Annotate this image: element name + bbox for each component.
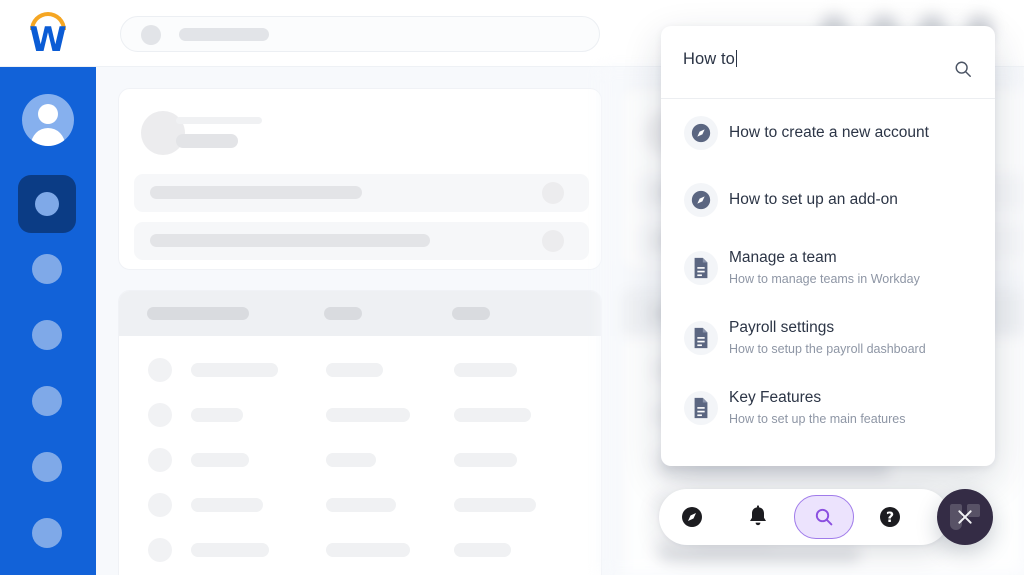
result-texts: Key Features How to set up the main feat… bbox=[729, 388, 905, 428]
text-cursor bbox=[735, 50, 737, 67]
cell-value bbox=[454, 408, 531, 422]
cell-value bbox=[191, 363, 278, 377]
app-root: W How to How to create a new account How… bbox=[0, 0, 1024, 575]
cell-value bbox=[326, 408, 410, 422]
cell-value bbox=[326, 453, 376, 467]
avatar[interactable] bbox=[22, 94, 74, 146]
sidebar-item-2[interactable] bbox=[32, 320, 62, 350]
sidebar-item-selected[interactable] bbox=[18, 175, 76, 233]
result-subtitle: How to manage teams in Workday bbox=[729, 272, 920, 286]
result-title: Key Features bbox=[729, 389, 822, 406]
column-header bbox=[324, 307, 362, 320]
row-avatar bbox=[148, 538, 172, 562]
search-field[interactable]: How to bbox=[661, 26, 995, 99]
cell-value bbox=[191, 498, 263, 512]
logo-letter: W bbox=[29, 20, 67, 60]
skeleton-line bbox=[150, 186, 362, 199]
column-header bbox=[452, 307, 490, 320]
compass-icon bbox=[682, 507, 702, 527]
compass-icon bbox=[684, 115, 718, 150]
column-header bbox=[147, 307, 249, 320]
search-result-item[interactable]: Key Features How to set up the main feat… bbox=[661, 373, 995, 443]
bell-icon bbox=[750, 505, 766, 526]
search-query-value: How to bbox=[683, 50, 735, 68]
close-button[interactable] bbox=[937, 489, 993, 545]
cell-value bbox=[191, 453, 249, 467]
document-icon bbox=[684, 251, 718, 285]
cell-value bbox=[326, 543, 410, 557]
sidebar-item-selected-icon bbox=[35, 192, 59, 216]
help-button[interactable]: ? bbox=[857, 489, 923, 545]
skeleton-line bbox=[150, 234, 430, 247]
cell-value bbox=[454, 453, 517, 467]
sidebar bbox=[0, 67, 96, 575]
search-result-item[interactable]: Payroll settings How to setup the payrol… bbox=[661, 303, 995, 373]
document-icon bbox=[684, 391, 718, 425]
result-subtitle: How to setup the payroll dashboard bbox=[729, 342, 926, 356]
result-texts: How to create a new account bbox=[729, 123, 929, 143]
sidebar-item-4[interactable] bbox=[32, 452, 62, 482]
cell-value bbox=[191, 408, 243, 422]
result-texts: How to set up an add-on bbox=[729, 190, 898, 210]
search-placeholder-bar bbox=[179, 28, 269, 41]
skeleton-line bbox=[176, 134, 238, 148]
question-mark-icon: ? bbox=[880, 507, 900, 527]
result-texts: Manage a team How to manage teams in Wor… bbox=[729, 248, 920, 288]
search-button[interactable] bbox=[794, 495, 854, 539]
svg-text:?: ? bbox=[886, 510, 894, 526]
floating-toolbar: ? bbox=[659, 489, 949, 545]
skeleton-line bbox=[176, 117, 262, 124]
result-title: Payroll settings bbox=[729, 319, 835, 336]
sidebar-item-3[interactable] bbox=[32, 386, 62, 416]
skeleton-dot bbox=[542, 230, 564, 252]
skeleton-dot bbox=[542, 182, 564, 204]
sidebar-item-1[interactable] bbox=[32, 254, 62, 284]
cell-value bbox=[326, 498, 396, 512]
search-result-item[interactable]: How to create a new account bbox=[661, 99, 995, 166]
close-icon bbox=[956, 508, 974, 526]
cell-value bbox=[454, 543, 511, 557]
data-table-card bbox=[118, 290, 602, 575]
result-title: Manage a team bbox=[729, 249, 837, 266]
result-texts: Payroll settings How to setup the payrol… bbox=[729, 318, 926, 358]
compass-button[interactable] bbox=[659, 489, 725, 545]
skeleton-row bbox=[134, 222, 589, 260]
result-title: How to set up an add-on bbox=[729, 190, 898, 208]
table-header bbox=[119, 291, 601, 336]
global-search-input[interactable] bbox=[120, 16, 600, 52]
avatar-head bbox=[38, 104, 58, 124]
search-query-text: How to bbox=[683, 50, 737, 69]
row-avatar bbox=[148, 493, 172, 517]
notifications-button[interactable] bbox=[725, 489, 791, 545]
row-avatar bbox=[148, 358, 172, 382]
cell-value bbox=[454, 363, 517, 377]
row-avatar bbox=[148, 448, 172, 472]
avatar-body bbox=[31, 128, 65, 146]
sidebar-item-5[interactable] bbox=[32, 518, 62, 548]
search-result-item[interactable]: How to set up an add-on bbox=[661, 166, 995, 233]
document-icon bbox=[684, 321, 718, 355]
cell-value bbox=[454, 498, 536, 512]
cell-value bbox=[191, 543, 269, 557]
search-placeholder-dot bbox=[141, 25, 161, 45]
result-title: How to create a new account bbox=[729, 123, 929, 141]
search-button-wrap bbox=[791, 489, 857, 545]
search-results-list: How to create a new account How to set u… bbox=[661, 99, 995, 443]
row-avatar bbox=[148, 403, 172, 427]
compass-icon bbox=[684, 182, 718, 217]
cell-value bbox=[326, 363, 383, 377]
search-icon[interactable] bbox=[954, 60, 972, 78]
search-icon bbox=[815, 508, 833, 526]
summary-card bbox=[118, 88, 602, 270]
skeleton-row bbox=[134, 174, 589, 212]
search-result-item[interactable]: Manage a team How to manage teams in Wor… bbox=[661, 233, 995, 303]
result-subtitle: How to set up the main features bbox=[729, 412, 906, 426]
search-panel: How to How to create a new account How t… bbox=[661, 26, 995, 466]
workday-logo[interactable]: W bbox=[25, 10, 71, 58]
